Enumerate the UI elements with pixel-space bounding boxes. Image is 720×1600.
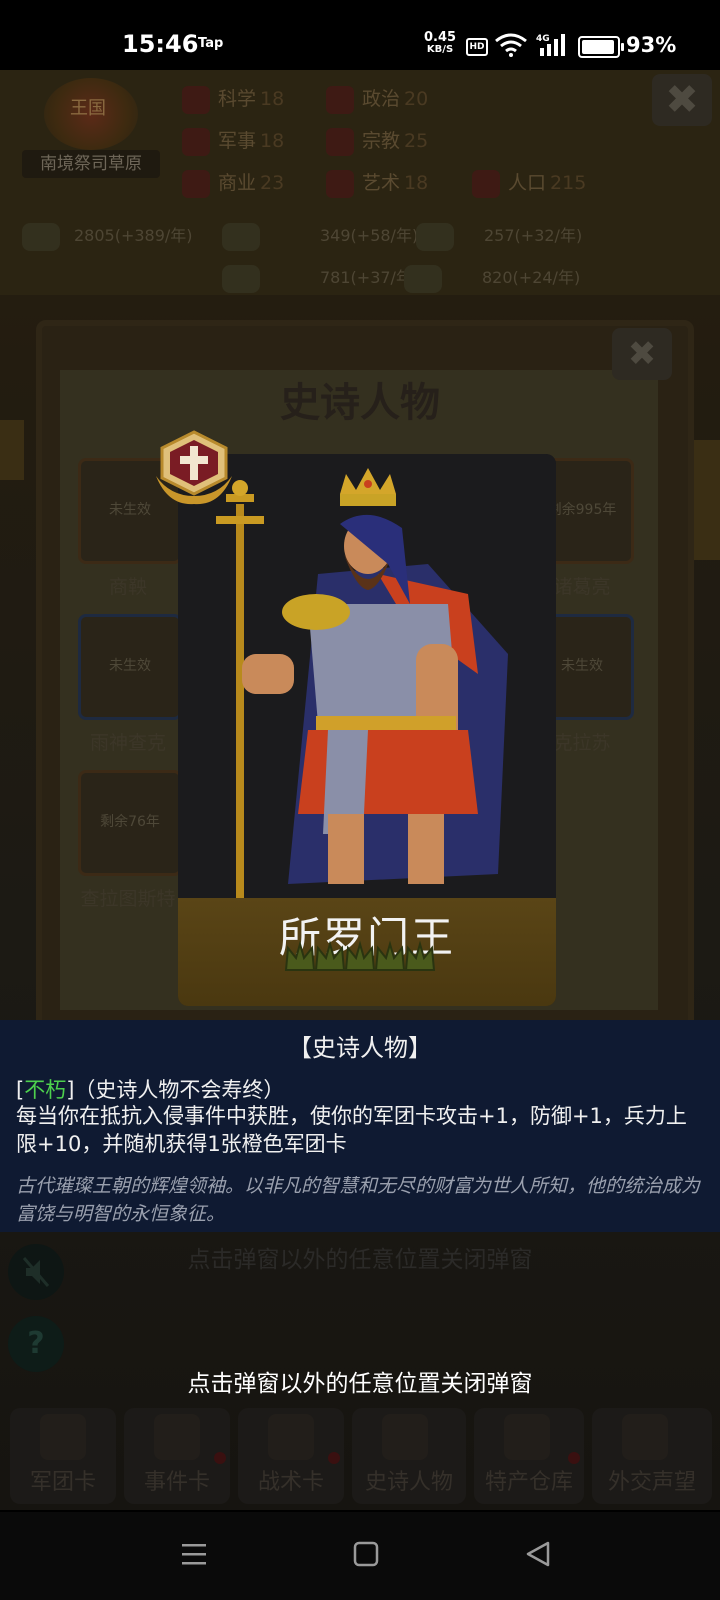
trait-line: [不朽]（史诗人物不会寿终） <box>16 1078 285 1102</box>
stat-military: 军事 18 <box>182 126 284 156</box>
battery-percent: 93% <box>626 33 677 57</box>
crown-rating-icon <box>344 940 376 971</box>
notification-dot <box>214 1452 226 1464</box>
character-slot-name: 查拉图斯特 <box>80 888 176 910</box>
cellular-signal-icon: 4G <box>536 32 570 62</box>
compass-icon <box>268 1414 314 1460</box>
kingdom-name: 南境祭司草原 <box>22 150 160 178</box>
net-speed-value: 0.45 <box>424 30 457 45</box>
population-icon <box>472 169 500 198</box>
flavor-text: 古代璀璨王朝的辉煌领袖。以非凡的智慧和无尽的财富为世人所知，他的统治成为富饶与明… <box>16 1175 701 1225</box>
close-top-button[interactable]: ✖ <box>652 74 712 126</box>
religion-cross-icon <box>148 426 240 510</box>
food-icon <box>404 264 442 293</box>
tab-specialty-warehouse[interactable]: 特产仓库 <box>474 1408 584 1504</box>
resource-iron: 257(+32/年) <box>416 222 582 251</box>
tab-epic-characters[interactable]: 史诗人物 <box>352 1408 466 1504</box>
wifi-icon <box>494 33 528 61</box>
tap-app-badge: Tap <box>198 36 224 51</box>
letter-icon <box>622 1414 668 1460</box>
back-icon[interactable] <box>524 1540 552 1572</box>
ability-description: 每当你在抵抗入侵事件中获胜，使你的军团卡攻击+1，防御+1，兵力上限+10，并随… <box>16 1104 687 1156</box>
kingdom-emblem-text: 王国 <box>70 98 106 119</box>
king-solomon-portrait <box>178 454 556 898</box>
crown-rating-icon <box>374 940 406 971</box>
kingdom-emblem[interactable]: 王国 <box>44 78 138 150</box>
tab-diplomacy-prestige[interactable]: 外交声望 <box>592 1408 712 1504</box>
menu-icon[interactable] <box>180 1540 208 1572</box>
character-slot[interactable]: 剩余76年 <box>78 770 182 876</box>
crown-rating-icon <box>284 940 316 971</box>
net-speed-unit: KB/S <box>426 44 454 55</box>
military-icon <box>182 127 210 156</box>
resource-stone: 781(+37/年) <box>222 264 418 293</box>
crown-rating-icon <box>314 940 346 971</box>
wood-icon <box>222 222 260 251</box>
scroll-icon <box>154 1414 200 1460</box>
character-slot-name: 雨神查克 <box>89 732 166 754</box>
chest-icon <box>504 1414 550 1460</box>
resource-food: 820(+24/年) <box>404 264 580 293</box>
resource-wood: 349(+58/年) <box>222 222 418 251</box>
clock: 15:46 <box>122 30 199 58</box>
home-icon[interactable] <box>352 1540 380 1572</box>
helmet-icon <box>40 1414 86 1460</box>
stat-science: 科学 18 <box>182 84 284 114</box>
gold-icon <box>22 222 60 251</box>
character-slot[interactable]: 未生效 <box>78 614 182 720</box>
mute-sound-button[interactable] <box>8 1244 64 1300</box>
tab-tactic-cards[interactable]: 战术卡 <box>238 1408 344 1504</box>
stat-commerce: 商业 23 <box>182 168 284 198</box>
tab-legion-cards[interactable]: 军团卡 <box>10 1408 116 1504</box>
battery-fill <box>582 40 614 54</box>
trait-name: 不朽 <box>24 1078 67 1102</box>
commerce-icon <box>182 169 210 198</box>
star-rating <box>284 940 440 976</box>
network-speed: 0.45 KB/S <box>424 30 457 56</box>
crown-rating-icon <box>404 940 436 971</box>
epic-character-card: 所罗门王 <box>178 454 556 1006</box>
hd-icon: HD <box>466 38 488 56</box>
iron-icon <box>416 222 454 251</box>
battery-icon <box>578 36 624 58</box>
signal-label: 4G <box>536 34 550 44</box>
description-title: 【史诗人物】 <box>288 1034 432 1062</box>
notification-dot <box>328 1452 340 1464</box>
religion-icon <box>326 127 354 156</box>
stat-religion: 宗教 25 <box>326 126 428 156</box>
tab-event-cards[interactable]: 事件卡 <box>124 1408 230 1504</box>
stat-art: 艺术 18 <box>326 168 428 198</box>
character-slot-name: 商鞅 <box>108 576 147 598</box>
close-panel-button[interactable]: ✖ <box>612 328 672 380</box>
politics-icon <box>326 85 354 114</box>
stone-icon <box>222 264 260 293</box>
close-hint-background: 点击弹窗以外的任意位置关闭弹窗 <box>187 1247 533 1273</box>
panel-title: 史诗人物 <box>280 380 440 426</box>
stat-population: 人口 215 <box>472 168 586 198</box>
stat-politics: 政治 20 <box>326 84 428 114</box>
close-hint: 点击弹窗以外的任意位置关闭弹窗 <box>187 1371 533 1397</box>
side-ribbon-left <box>0 420 24 480</box>
crown-icon <box>382 1414 428 1460</box>
art-icon <box>326 169 354 198</box>
resource-gold: 2805(+389/年) <box>22 222 193 251</box>
speaker-muted-icon <box>22 1257 50 1287</box>
science-icon <box>182 85 210 114</box>
notification-dot <box>568 1452 580 1464</box>
